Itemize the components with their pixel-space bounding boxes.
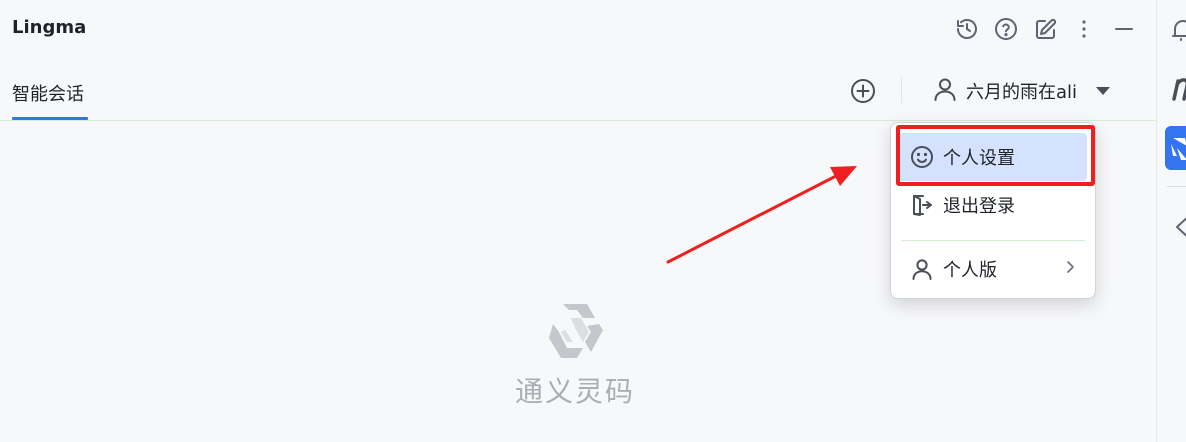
account-name: 六月的雨在ali [966,82,1078,103]
menu-item-personal-settings[interactable]: 个人设置 [899,133,1087,181]
more-vertical-icon[interactable] [1071,16,1097,42]
strip-divider [1167,186,1186,187]
chevron-right-icon [1065,259,1075,280]
new-chat-button[interactable] [849,77,877,105]
empty-state: 通义灵码 [514,300,636,410]
app-title: Lingma [12,17,87,38]
user-icon [932,76,958,106]
user-icon [909,256,935,282]
caret-down-icon [1095,82,1111,101]
plugin-n-icon[interactable] [1171,72,1186,106]
smiley-icon [909,144,935,170]
menu-item-label: 个人设置 [943,148,1015,169]
lingma-plugin-icon[interactable] [1165,126,1186,174]
account-dropdown-menu: 个人设置 退出登录 个人版 [890,122,1096,299]
title-bar: Lingma [0,0,1156,60]
menu-item-label: 退出登录 [943,196,1015,217]
help-icon[interactable] [993,16,1019,42]
menu-item-label: 个人版 [943,260,997,281]
logout-icon [909,192,935,218]
tab-smart-chat[interactable]: 智能会话 [12,80,84,121]
active-tab-indicator [12,117,88,120]
menu-divider [901,240,1085,241]
ai-assistant-icon[interactable] [1171,212,1186,246]
menu-item-logout[interactable]: 退出登录 [899,181,1087,229]
menu-item-personal-edition[interactable]: 个人版 [899,245,1087,293]
account-selector[interactable]: 六月的雨在ali [932,76,1111,106]
notification-bell-icon[interactable] [1171,16,1186,46]
right-tool-strip [1156,0,1186,442]
minimize-icon[interactable] [1111,16,1137,42]
tongyi-logo-icon [549,304,603,358]
edit-icon[interactable] [1033,16,1059,42]
history-icon[interactable] [954,16,980,42]
tab-bar: 智能会话 六月的雨在ali [0,60,1156,121]
empty-state-title: 通义灵码 [514,375,635,408]
toolbar-divider [901,77,902,103]
